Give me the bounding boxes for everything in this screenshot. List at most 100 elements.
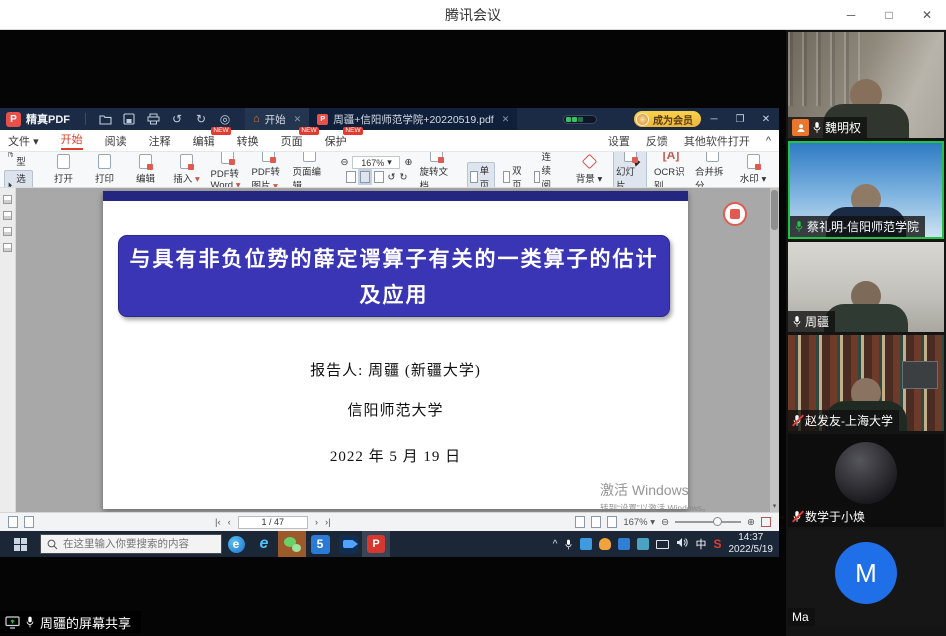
save-icon[interactable] — [121, 111, 137, 127]
pdf-close-button[interactable]: ✕ — [753, 114, 779, 125]
taskbar-search[interactable] — [40, 534, 222, 554]
page-indicator[interactable]: 1 / 47 — [238, 516, 308, 529]
home-circle-icon[interactable]: ◎ — [217, 111, 233, 127]
print-button[interactable]: 打印 — [88, 154, 122, 185]
tray-expand-icon[interactable]: ^ — [553, 539, 558, 550]
slideshow-button[interactable]: 幻灯片 — [613, 152, 647, 188]
thumbnails-icon[interactable] — [3, 195, 12, 204]
attachments-icon[interactable] — [3, 243, 12, 252]
background-button[interactable]: 背景 ▾ — [572, 154, 606, 185]
rotate-doc-button[interactable]: 旋转文档 — [419, 152, 453, 188]
last-page-icon[interactable]: ›| — [325, 517, 331, 528]
merge-split-button[interactable]: 合并拆分 — [695, 152, 729, 188]
zoom-in-icon[interactable]: ⊕ — [747, 517, 755, 528]
zoom-slider[interactable] — [675, 521, 741, 523]
feedback-link[interactable]: 反馈 — [646, 133, 668, 149]
zoom-in-icon[interactable]: ⊕ — [404, 157, 412, 168]
collapse-ribbon-icon[interactable]: ^ — [766, 135, 771, 147]
tray-bluetooth-icon[interactable] — [618, 538, 630, 550]
taskbar-pdf-icon[interactable]: P — [362, 531, 390, 557]
actual-size-icon[interactable] — [374, 171, 384, 183]
promo-float-button[interactable] — [723, 202, 747, 226]
sogou-input-icon[interactable]: S — [713, 537, 721, 551]
settings-link[interactable]: 设置 — [608, 133, 630, 149]
taskbar-clock[interactable]: 14:37 2022/5/19 — [729, 532, 774, 556]
prev-page-icon[interactable]: ‹ — [228, 517, 231, 528]
close-button[interactable]: ✕ — [908, 0, 946, 30]
ocr-button[interactable]: [A]OCR识别 — [654, 152, 688, 188]
fullscreen-icon[interactable] — [761, 517, 771, 527]
pdf-minimize-button[interactable]: ─ — [701, 114, 727, 125]
ribbon-tab-page[interactable]: 页面NEW — [281, 133, 303, 149]
minimize-button[interactable]: ─ — [832, 0, 870, 30]
open-button[interactable]: 打开 — [47, 154, 81, 185]
ribbon-tab-annotate[interactable]: 注释 — [149, 133, 171, 149]
taskbar-meeting-icon[interactable] — [334, 531, 362, 557]
ribbon-tab-protect[interactable]: 保护NEW — [325, 133, 347, 149]
vertical-scrollbar[interactable]: ▾ — [770, 188, 779, 512]
view-mode-icon[interactable] — [607, 516, 617, 528]
scrollbar-thumb[interactable] — [771, 190, 778, 230]
view-mode-icon[interactable] — [591, 516, 601, 528]
undo-icon[interactable]: ↺ — [169, 111, 185, 127]
participant-tile[interactable]: 魏明权 — [788, 32, 944, 138]
participant-tile[interactable]: 蔡礼明-信阳师范学院 — [788, 141, 944, 239]
become-member-button[interactable]: 成为会员 — [634, 111, 701, 127]
maximize-button[interactable]: □ — [870, 0, 908, 30]
taskbar-wechat-icon[interactable] — [278, 531, 306, 557]
single-page-button[interactable]: 单页 — [467, 162, 495, 188]
rotate-right-icon[interactable]: ↻ — [399, 172, 407, 183]
ribbon-tab-edit[interactable]: 编辑NEW — [193, 133, 215, 149]
annotations-icon[interactable] — [3, 227, 12, 236]
ribbon-tab-read[interactable]: 阅读 — [105, 133, 127, 149]
watermark-button[interactable]: 水印 ▾ — [736, 154, 770, 185]
print-icon[interactable] — [145, 111, 161, 127]
taskbar-edge-icon[interactable]: e — [222, 531, 250, 557]
remove-page-icon[interactable] — [24, 516, 34, 528]
tray-photos-icon[interactable] — [580, 538, 592, 550]
redo-icon[interactable]: ↻ — [193, 111, 209, 127]
pdf-to-word-button[interactable]: PDF转Word ▾ — [211, 152, 245, 188]
open-with-link[interactable]: 其他软件打开 — [684, 133, 750, 149]
tray-app-icon[interactable] — [637, 538, 649, 550]
zoom-out-icon[interactable]: ⊖ — [661, 517, 669, 528]
ribbon-tab-home[interactable]: 开始 — [61, 131, 83, 150]
close-tab-icon[interactable]: ✕ — [294, 114, 302, 125]
open-file-icon[interactable] — [97, 111, 113, 127]
pdf-restore-button[interactable]: ❐ — [727, 114, 753, 125]
tray-display-icon[interactable] — [656, 540, 669, 549]
status-zoom-value[interactable]: 167% ▾ — [623, 517, 655, 528]
ime-indicator[interactable]: 中 — [695, 536, 706, 552]
rotate-left-icon[interactable]: ↺ — [388, 172, 396, 183]
hand-tool-button[interactable]: 手型 — [4, 152, 33, 168]
scroll-down-icon[interactable]: ▾ — [770, 501, 779, 512]
pdf-convert-button[interactable]: PDF转 — [777, 154, 779, 185]
tray-mic-icon[interactable] — [564, 538, 573, 551]
view-mode-icon[interactable] — [575, 516, 585, 528]
search-input[interactable] — [63, 538, 203, 550]
ribbon-tab-convert[interactable]: 转换 — [237, 133, 259, 149]
participant-tile[interactable]: 赵发友-上海大学 — [788, 335, 944, 431]
taskbar-app5-icon[interactable]: 5 — [306, 531, 334, 557]
edit-button[interactable]: 编辑 — [129, 154, 163, 185]
participant-tile[interactable]: 周疆 — [788, 242, 944, 332]
zoom-level-dropdown[interactable]: 167%▾ — [352, 156, 400, 169]
first-page-icon[interactable]: |‹ — [215, 517, 221, 528]
page-edit-button[interactable]: 页面编辑 — [293, 152, 327, 188]
taskbar-ie-icon[interactable]: e — [250, 531, 278, 557]
continuous-button[interactable]: 连续阅读 — [532, 152, 558, 188]
add-page-icon[interactable] — [8, 516, 18, 528]
zoom-slider-knob[interactable] — [713, 517, 722, 526]
tray-volume-icon[interactable] — [676, 535, 688, 553]
participant-tile[interactable]: M Ma — [788, 530, 944, 626]
participant-tile[interactable]: 数学于小焕 — [788, 434, 944, 527]
tab-document[interactable]: P 周疆+信阳师范学院+20220519.pdf ✕ — [309, 108, 517, 130]
bookmarks-icon[interactable] — [3, 211, 12, 220]
fit-width-icon[interactable] — [346, 171, 356, 183]
tray-security-shield-icon[interactable] — [599, 538, 611, 550]
menu-file[interactable]: 文件 ▾ — [8, 133, 39, 149]
next-page-icon[interactable]: › — [315, 517, 318, 528]
zoom-out-icon[interactable]: ⊖ — [341, 157, 349, 168]
start-button[interactable] — [0, 531, 40, 557]
pdf-to-image-button[interactable]: PDF转图片 ▾ — [252, 152, 286, 188]
